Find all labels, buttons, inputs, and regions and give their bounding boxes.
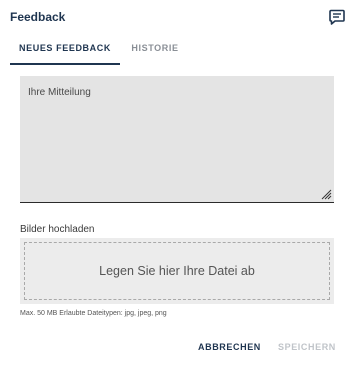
message-input[interactable] [20,76,334,201]
feedback-dialog: Feedback NEUES FEEDBACK HISTORIE Bilder … [0,0,355,378]
upload-label: Bilder hochladen [20,224,95,235]
tab-bar: NEUES FEEDBACK HISTORIE [10,36,345,65]
feedback-icon[interactable] [329,9,345,25]
dialog-title: Feedback [10,10,66,24]
save-button[interactable]: SPEICHERN [278,342,336,352]
upload-hint: Max. 50 MB Erlaubte Dateitypen: jpg, jpe… [20,310,167,317]
file-dropzone[interactable]: Legen Sie hier Ihre Datei ab [20,238,334,304]
cancel-button[interactable]: ABBRECHEN [198,342,261,352]
dropzone-text: Legen Sie hier Ihre Datei ab [24,242,330,300]
tab-new-feedback[interactable]: NEUES FEEDBACK [10,36,120,65]
tab-history[interactable]: HISTORIE [120,36,190,63]
resize-handle-icon[interactable] [320,188,332,200]
message-field [20,76,334,203]
